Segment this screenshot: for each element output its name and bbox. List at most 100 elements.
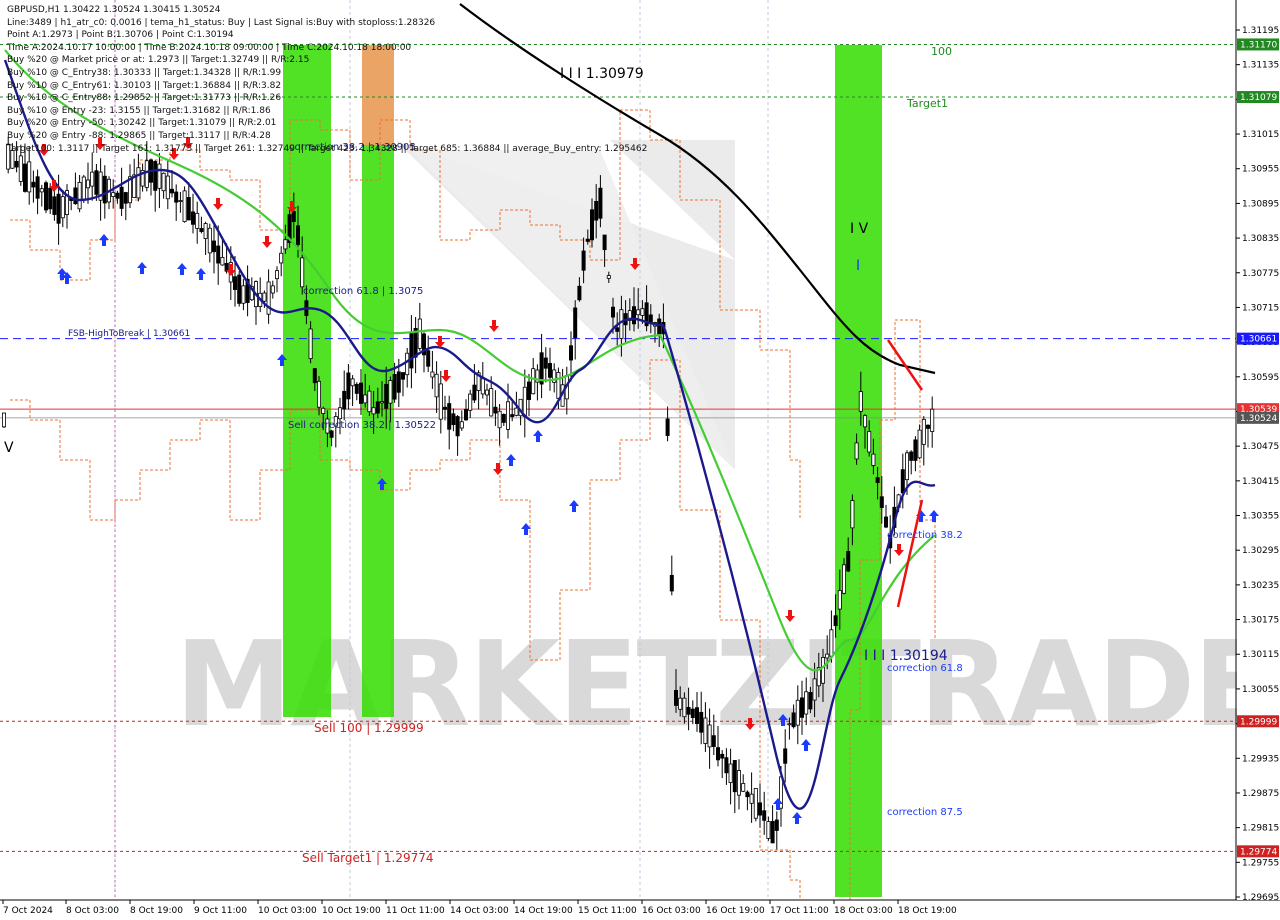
info-line-buy-e50: Buy %20 @ Entry -50: 1.30242 || Target:1… — [7, 118, 277, 129]
price-tick-label: 1.30295 — [1242, 546, 1279, 556]
buy-arrow — [506, 454, 516, 466]
candle-body — [367, 390, 372, 413]
candle-body — [350, 378, 355, 387]
candle-body — [505, 401, 510, 430]
candle-body — [791, 712, 796, 728]
candle-body — [636, 309, 641, 316]
candle-body — [472, 384, 477, 401]
candle-body — [732, 760, 737, 793]
price-tick-label: 1.30055 — [1242, 685, 1279, 695]
price-tick-label: 1.31015 — [1242, 130, 1279, 140]
buy-arrow — [177, 263, 187, 275]
candle-body — [417, 318, 422, 349]
buy-arrow — [521, 523, 531, 535]
candle-body — [879, 496, 884, 508]
candle-body — [447, 403, 452, 430]
candle-body — [829, 629, 834, 657]
candle-body — [598, 187, 603, 219]
candle-body — [569, 345, 574, 361]
candle-body — [102, 175, 107, 204]
candle-body — [300, 257, 305, 288]
candle-body — [825, 653, 830, 659]
candle-body — [308, 328, 313, 360]
candle-body — [363, 394, 368, 404]
candle-body — [354, 383, 359, 394]
candle-body — [716, 747, 721, 761]
price-tick-label: 1.31195 — [1242, 26, 1279, 36]
candle-body — [522, 386, 527, 417]
candle-body — [690, 708, 695, 718]
price-tick-label: 1.29875 — [1242, 789, 1279, 799]
candle-body — [186, 197, 191, 221]
wave-iv-label: I V — [850, 221, 869, 237]
candle-body — [199, 228, 204, 232]
info-panel: GBPUSD,H1 1.30422 1.30524 1.30415 1.3052… — [7, 4, 647, 155]
candle-body — [329, 430, 334, 438]
time-tick-label: 10 Oct 19:00 — [322, 906, 381, 916]
candle-body — [434, 373, 439, 398]
candle-body — [119, 186, 124, 209]
candle-body — [577, 285, 582, 301]
candle-body — [510, 414, 515, 418]
candle-body — [804, 691, 809, 715]
candle-body — [657, 318, 662, 336]
sell-arrow — [894, 544, 904, 556]
time-tick-label: 18 Oct 19:00 — [898, 906, 957, 916]
candle-body — [316, 380, 321, 408]
trading-chart[interactable]: MARKETZITRADE I I I 1.30979 I VII I I 1.30… — [0, 0, 1280, 920]
candle-body — [905, 452, 910, 481]
price-tick-label: 1.30955 — [1242, 165, 1279, 175]
sell-arrow — [441, 370, 451, 382]
candle-body — [632, 306, 637, 325]
price-tick-label: 1.30595 — [1242, 373, 1279, 383]
time-tick-label: 16 Oct 19:00 — [706, 906, 765, 916]
candle-body — [484, 389, 489, 396]
info-line-buy-e88: Buy %20 @ Entry -88: 1.29865 || Target:1… — [7, 130, 271, 141]
wave-i-label: I — [856, 258, 860, 274]
time-tick-label: 18 Oct 03:00 — [834, 906, 893, 916]
candle-body — [745, 791, 750, 798]
candle-body — [392, 374, 397, 400]
candle-body — [548, 363, 553, 378]
price-tick-label: 1.29815 — [1242, 824, 1279, 834]
info-line-buy-e23: Buy %10 @ Entry -23: 1.3155 || Target:1.… — [7, 105, 271, 116]
candle-body — [842, 564, 847, 594]
candle-body — [770, 821, 775, 844]
sell-100-label: Sell 100 | 1.29999 — [314, 721, 424, 735]
candle-body — [606, 275, 611, 279]
candle-body — [909, 451, 914, 461]
time-tick-label: 8 Oct 03:00 — [66, 906, 119, 916]
candle-body — [821, 657, 826, 684]
candle-body — [81, 176, 86, 201]
time-axis-bg — [0, 901, 1280, 920]
green-zone — [835, 45, 882, 897]
candle-body — [400, 372, 405, 380]
candle-body — [669, 574, 674, 592]
info-line-times: Time A:2024.10.17 10:00:00 | Time B:2024… — [7, 42, 412, 53]
price-tick-label: 1.30895 — [1242, 199, 1279, 209]
candle-body — [337, 407, 342, 420]
candle-body — [426, 350, 431, 367]
candle-body — [674, 689, 679, 706]
candle-body — [749, 793, 754, 804]
time-tick-label: 8 Oct 19:00 — [130, 906, 183, 916]
candle-body — [144, 160, 149, 188]
candle-body — [73, 187, 78, 205]
candle-body — [136, 167, 141, 199]
candle-body — [169, 188, 174, 194]
info-line-buy-c61: Buy %10 @ C_Entry61: 1.30103 || Target:1… — [7, 80, 282, 91]
candle-body — [728, 763, 733, 784]
candle-body — [22, 163, 27, 192]
candle-body — [442, 406, 447, 410]
sell-arrow — [262, 236, 272, 248]
candle-body — [480, 378, 485, 395]
candle-body — [926, 424, 931, 429]
correction-382-label: correction 38.2 — [887, 530, 963, 541]
candle-body — [2, 412, 7, 428]
candle-body — [270, 285, 275, 294]
candle-body — [195, 212, 200, 229]
candle-body — [682, 697, 687, 718]
candle-body — [871, 453, 876, 466]
candle-body — [157, 163, 162, 189]
candle-body — [77, 181, 82, 210]
